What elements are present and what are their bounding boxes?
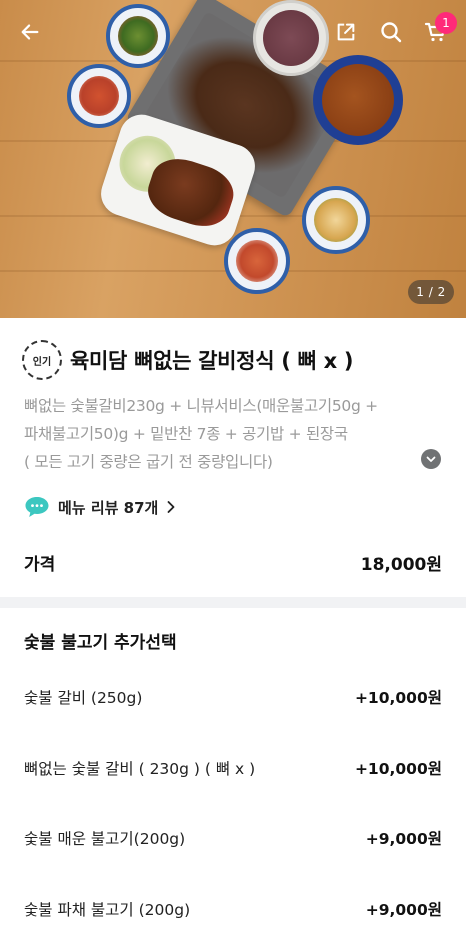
option-name: 숯불 갈비 (250g)	[24, 689, 143, 707]
chevron-right-icon	[167, 501, 175, 513]
option-price: +10,000원	[354, 760, 442, 778]
rice-bowl	[253, 0, 329, 76]
description-line: 뼈없는 숯불갈비230g + 니뷰서비스(매운불고기50g +	[24, 397, 378, 415]
description-line: 파채불고기50)g + 밑반찬 7종 + 공기밥 + 된장국	[24, 425, 348, 443]
description-line: ( 모든 고기 중량은 굽기 전 중량입니다)	[24, 453, 273, 471]
chevron-down-icon	[426, 456, 436, 462]
option-item[interactable]: 숯불 파채 불고기 (200g) +9,000원	[24, 898, 442, 920]
popular-badge: 인기	[22, 340, 62, 380]
option-item[interactable]: 숯불 매운 불고기(200g) +9,000원	[24, 827, 442, 849]
product-photo[interactable]: 1 1 / 2	[0, 0, 466, 318]
option-section-title: 숯불 불고기 추가선택	[24, 633, 177, 653]
option-price: +9,000원	[365, 901, 442, 919]
side-dish	[224, 228, 290, 294]
image-pager: 1 / 2	[408, 280, 454, 304]
option-item[interactable]: 숯불 갈비 (250g) +10,000원	[24, 686, 442, 708]
share-button[interactable]	[328, 14, 364, 50]
cart-count-badge: 1	[435, 12, 457, 34]
back-arrow-icon	[21, 24, 39, 40]
option-name: 숯불 파채 불고기 (200g)	[24, 901, 191, 919]
side-dish	[302, 186, 370, 254]
price-label: 가격	[24, 555, 56, 575]
soup-bowl	[313, 55, 403, 145]
side-dish	[106, 4, 170, 68]
product-title-row: 인기 육미담 뼈없는 갈비정식 ( 뼈 x )	[22, 340, 353, 380]
section-divider	[0, 597, 466, 608]
expand-description-button[interactable]	[421, 449, 441, 469]
option-name: 숯불 매운 불고기(200g)	[24, 830, 186, 848]
speech-bubble-icon	[25, 497, 49, 517]
option-item[interactable]: 뼈없는 숯불 갈비 ( 230g ) ( 뼈 x ) +10,000원	[24, 757, 442, 779]
option-price: +10,000원	[354, 689, 442, 707]
option-price: +9,000원	[365, 830, 442, 848]
side-dish	[67, 64, 131, 128]
search-button[interactable]	[373, 14, 409, 50]
product-description: 뼈없는 숯불갈비230g + 니뷰서비스(매운불고기50g + 파채불고기50)…	[24, 392, 414, 476]
product-title: 육미담 뼈없는 갈비정식 ( 뼈 x )	[70, 349, 354, 373]
price-value: 18,000원	[360, 555, 442, 575]
search-icon	[381, 22, 402, 43]
option-name: 뼈없는 숯불 갈비 ( 230g ) ( 뼈 x )	[24, 760, 256, 778]
share-icon	[337, 23, 355, 41]
menu-review-link[interactable]: 메뉴 리뷰 87개	[24, 496, 176, 518]
price-row: 가격 18,000원	[24, 550, 442, 575]
back-button[interactable]	[12, 14, 48, 50]
review-count-label: 메뉴 리뷰 87개	[58, 498, 159, 517]
